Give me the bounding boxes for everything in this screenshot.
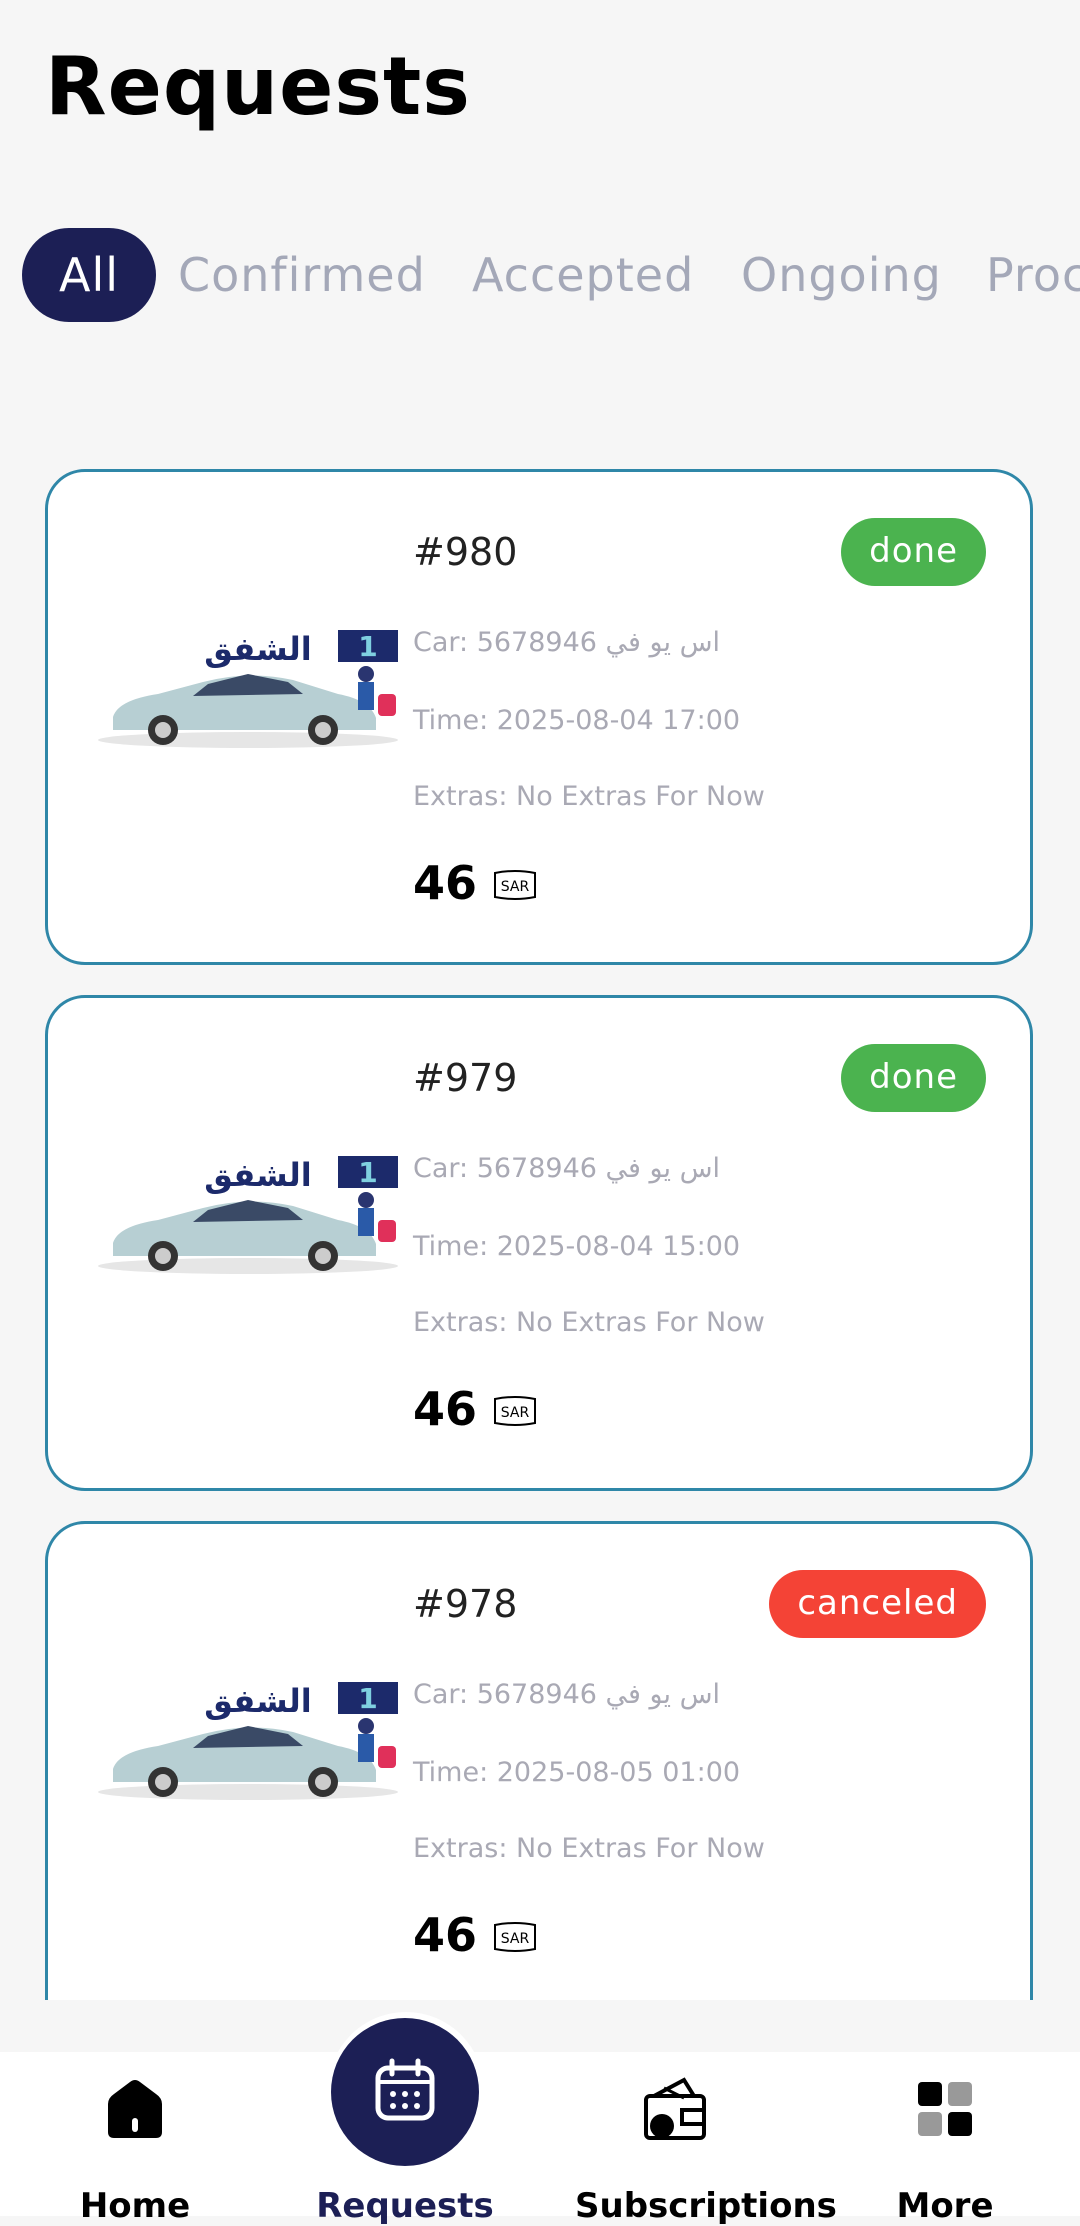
order-id: #978 — [413, 1582, 518, 1626]
nav-home-label: Home — [79, 2186, 191, 2226]
price: 46 — [413, 856, 478, 910]
svg-text:الشفق: الشفق — [204, 1682, 311, 1720]
tab-ongoing[interactable]: Ongoing — [741, 228, 942, 322]
request-card[interactable]: 1 الشفق #978 canceled Car: 5678946 اس يو… — [45, 1521, 1033, 2051]
status-tabs: All Confirmed Accepted Ongoing Proc — [0, 228, 1080, 322]
tab-processing[interactable]: Proc — [986, 228, 1080, 322]
request-card[interactable]: 1 الشفق #980 done Car: 5678946 اس يو في … — [45, 469, 1033, 965]
nav-more-label: More — [896, 2186, 994, 2226]
tab-all[interactable]: All — [22, 228, 156, 322]
nav-requests[interactable] — [331, 2018, 479, 2166]
nav-requests-label: Requests — [316, 2186, 494, 2226]
page-title: Requests — [45, 40, 471, 133]
status-badge: canceled — [769, 1570, 986, 1638]
car-wash-logo-image: 1 الشفق — [98, 1682, 398, 1800]
svg-text:SAR: SAR — [501, 1405, 530, 1421]
sar-currency-icon: SAR — [494, 1922, 536, 1952]
order-id: #979 — [413, 1056, 518, 1100]
nav-more[interactable]: More — [845, 2052, 1045, 2226]
sar-currency-icon: SAR — [494, 870, 536, 900]
car-wash-logo-image: 1 الشفق — [98, 1156, 398, 1274]
sar-currency-icon: SAR — [494, 1396, 536, 1426]
car-info: Car: 5678946 اس يو في — [413, 1679, 721, 1710]
time-info: Time: 2025-08-04 15:00 — [413, 1231, 741, 1262]
svg-text:الشفق: الشفق — [204, 1156, 311, 1194]
svg-text:SAR: SAR — [501, 1931, 530, 1947]
price: 46 — [413, 1908, 478, 1962]
extras-info: Extras: No Extras For Now — [413, 1307, 765, 1338]
wallet-icon — [644, 2077, 706, 2140]
tab-confirmed[interactable]: Confirmed — [178, 228, 426, 322]
nav-subscriptions[interactable]: Subscriptions — [575, 2052, 837, 2226]
svg-text:1: 1 — [358, 630, 377, 663]
svg-text:الشفق: الشفق — [204, 630, 311, 668]
car-wash-logo-image: 1 الشفق — [98, 630, 398, 748]
list-fade — [0, 2000, 1080, 2052]
calendar-icon — [375, 2058, 435, 2121]
status-badge: done — [841, 518, 986, 586]
extras-info: Extras: No Extras For Now — [413, 781, 765, 812]
status-badge: done — [841, 1044, 986, 1112]
home-icon — [108, 2080, 162, 2138]
car-info: Car: 5678946 اس يو في — [413, 1153, 721, 1184]
time-info: Time: 2025-08-05 01:00 — [413, 1757, 741, 1788]
order-id: #980 — [413, 530, 518, 574]
svg-text:SAR: SAR — [501, 879, 530, 895]
bottom-nav: Home Subscriptions More — [0, 2052, 1080, 2226]
svg-text:1: 1 — [358, 1156, 377, 1189]
extras-info: Extras: No Extras For Now — [413, 1833, 765, 1864]
svg-text:1: 1 — [358, 1682, 377, 1715]
car-info: Car: 5678946 اس يو في — [413, 627, 721, 658]
grid-icon — [918, 2082, 972, 2136]
nav-home[interactable]: Home — [35, 2052, 235, 2226]
price: 46 — [413, 1382, 478, 1436]
request-card[interactable]: 1 الشفق #979 done Car: 5678946 اس يو في … — [45, 995, 1033, 1491]
time-info: Time: 2025-08-04 17:00 — [413, 705, 741, 736]
tab-accepted[interactable]: Accepted — [472, 228, 694, 322]
nav-subscriptions-label: Subscriptions — [575, 2186, 837, 2226]
